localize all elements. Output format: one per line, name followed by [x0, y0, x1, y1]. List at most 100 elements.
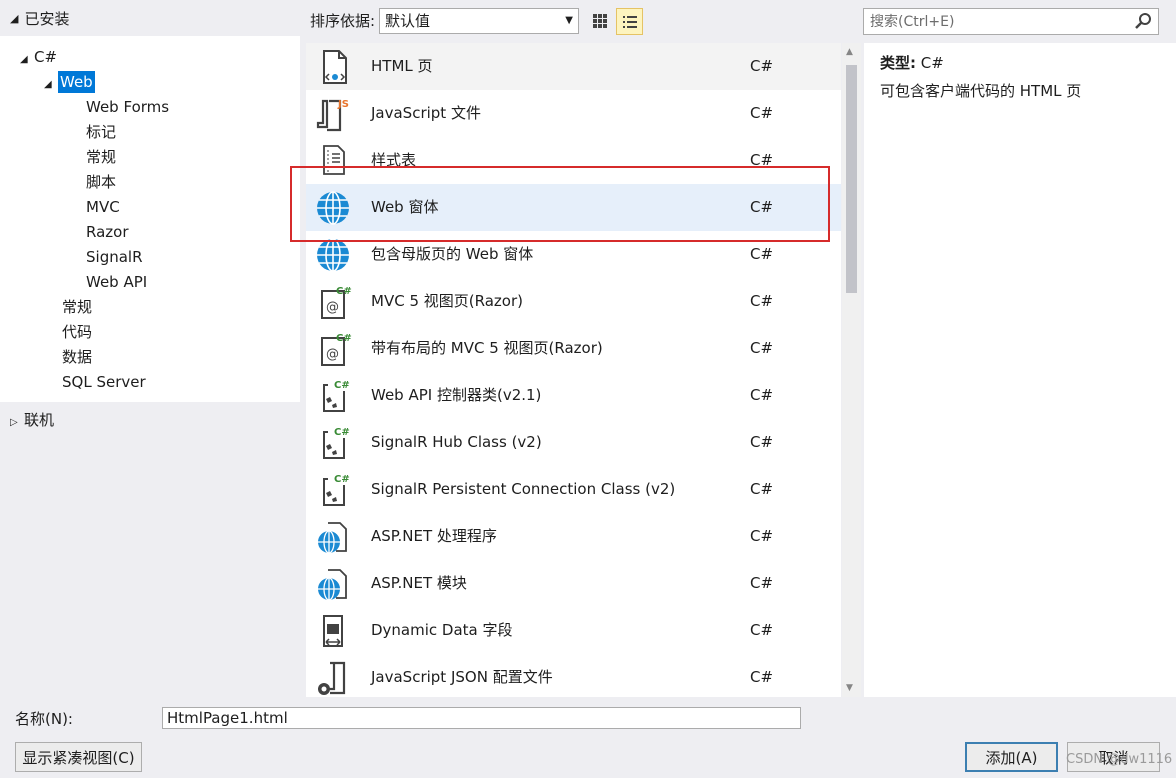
- javascript-file-icon: JS: [316, 99, 349, 132]
- template-category-tree: ◢ C# ◢ Web Web Forms 标记 常规 脚本 MVC Razor Si…: [0, 36, 300, 402]
- tree-item-scripts[interactable]: 脚本: [86, 170, 116, 194]
- sort-value: 默认值: [385, 12, 431, 30]
- razor-view-icon: @ C#: [321, 333, 352, 366]
- template-name: Web API 控制器类(v2.1): [371, 386, 542, 404]
- search-box[interactable]: [863, 8, 1159, 35]
- template-name: JavaScript 文件: [371, 104, 481, 122]
- template-name: HTML 页: [371, 57, 433, 75]
- template-list: HTML 页 C# JS JavaScript 文件 C# 样式表 C# Web…: [306, 43, 841, 697]
- collapsed-triangle-icon: ▷: [10, 417, 18, 428]
- csharp-class-icon: C#: [323, 427, 350, 459]
- template-row[interactable]: C# SignalR Persistent Connection Class (…: [306, 466, 841, 513]
- online-header[interactable]: ▷ 联机: [0, 408, 54, 432]
- html-file-icon: [323, 50, 347, 84]
- search-input[interactable]: [864, 9, 1124, 34]
- tree-item-general-csharp[interactable]: 常规: [62, 295, 92, 319]
- template-row[interactable]: JS JavaScript 文件 C#: [306, 90, 841, 137]
- installed-header[interactable]: ◢ 已安装: [0, 0, 300, 36]
- scroll-up-arrow-icon[interactable]: ▲: [846, 47, 853, 57]
- template-row[interactable]: HTML 页 C#: [306, 43, 841, 90]
- template-list-scrollbar[interactable]: ▲ ▼: [842, 43, 861, 697]
- template-language: C#: [750, 527, 774, 545]
- template-language: C#: [750, 339, 774, 357]
- csharp-class-icon: C#: [323, 474, 350, 506]
- dynamic-data-icon: [323, 615, 343, 647]
- template-name: Dynamic Data 字段: [371, 621, 513, 639]
- tree-item-code[interactable]: 代码: [62, 320, 92, 344]
- template-name: SignalR Hub Class (v2): [371, 433, 542, 451]
- template-language: C#: [750, 57, 774, 75]
- template-language: C#: [750, 433, 774, 451]
- expand-triangle-icon: ◢: [20, 54, 28, 65]
- template-type: 类型: C#: [880, 52, 944, 73]
- add-button[interactable]: 添加(A): [965, 742, 1058, 772]
- csharp-class-icon: C#: [323, 380, 350, 412]
- globe-file-icon: [318, 569, 347, 601]
- template-row[interactable]: JavaScript JSON 配置文件 C#: [306, 654, 841, 697]
- template-row[interactable]: C# SignalR Hub Class (v2) C#: [306, 419, 841, 466]
- tree-item-razor[interactable]: Razor: [86, 220, 129, 244]
- svg-text:C#: C#: [336, 286, 352, 297]
- tree-item-sql-server[interactable]: SQL Server: [62, 370, 146, 394]
- template-language: C#: [750, 104, 774, 122]
- globe-file-icon: [318, 522, 347, 554]
- template-language: C#: [750, 621, 774, 639]
- tree-item-markup[interactable]: 标记: [86, 120, 116, 144]
- scrollbar-thumb[interactable]: [846, 65, 857, 293]
- svg-text:C#: C#: [334, 380, 350, 391]
- svg-text:@: @: [326, 300, 339, 315]
- sort-label: 排序依据:: [310, 12, 376, 30]
- type-label: 类型:: [880, 54, 916, 72]
- svg-text:C#: C#: [334, 474, 350, 485]
- search-icon[interactable]: [1134, 12, 1152, 30]
- tree-item-web-forms[interactable]: Web Forms: [86, 95, 169, 119]
- sort-dropdown[interactable]: 默认值 ▼: [379, 8, 579, 34]
- template-language: C#: [750, 386, 774, 404]
- svg-text:JS: JS: [337, 99, 349, 110]
- tree-item-general[interactable]: 常规: [86, 145, 116, 169]
- template-row[interactable]: ASP.NET 模块 C#: [306, 560, 841, 607]
- tree-item-data[interactable]: 数据: [62, 345, 92, 369]
- scroll-down-arrow-icon[interactable]: ▼: [846, 683, 853, 693]
- compact-view-button[interactable]: 显示紧凑视图(C): [15, 742, 142, 772]
- file-name-input[interactable]: HtmlPage1.html: [162, 707, 801, 729]
- template-name: SignalR Persistent Connection Class (v2): [371, 480, 676, 498]
- json-config-icon: [318, 661, 346, 695]
- type-value: C#: [920, 54, 944, 72]
- svg-text:@: @: [326, 347, 339, 362]
- tree-item-mvc[interactable]: MVC: [86, 195, 120, 219]
- svg-text:C#: C#: [336, 333, 352, 344]
- template-row[interactable]: Dynamic Data 字段 C#: [306, 607, 841, 654]
- name-label: 名称(N):: [15, 710, 73, 728]
- list-view-button[interactable]: [616, 8, 643, 35]
- template-row[interactable]: C# Web API 控制器类(v2.1) C#: [306, 372, 841, 419]
- grid-icon: [593, 14, 607, 28]
- template-language: C#: [750, 574, 774, 592]
- razor-view-icon: @ C#: [321, 286, 352, 319]
- template-name: ASP.NET 模块: [371, 574, 467, 592]
- template-name: ASP.NET 处理程序: [371, 527, 497, 545]
- dropdown-arrow-icon: ▼: [565, 15, 573, 26]
- description-text: 可包含客户端代码的 HTML 页: [880, 82, 1082, 100]
- template-row[interactable]: @ C# 带有布局的 MVC 5 视图页(Razor) C#: [306, 325, 841, 372]
- template-row[interactable]: @ C# MVC 5 视图页(Razor) C#: [306, 278, 841, 325]
- collapse-triangle-icon: ◢: [10, 11, 19, 25]
- tree-item-csharp[interactable]: ◢ C#: [20, 45, 57, 69]
- template-name: MVC 5 视图页(Razor): [371, 292, 523, 310]
- tree-item-signalr[interactable]: SignalR: [86, 245, 143, 269]
- red-highlight-box: [290, 166, 830, 242]
- template-language: C#: [750, 292, 774, 310]
- installed-label: 已安装: [24, 9, 70, 28]
- template-language: C#: [750, 668, 774, 686]
- template-description-panel: 类型: C# 可包含客户端代码的 HTML 页: [864, 43, 1176, 697]
- grid-view-button[interactable]: [588, 9, 612, 33]
- watermark: CSDN @dw1116: [1066, 752, 1173, 767]
- template-row[interactable]: ASP.NET 处理程序 C#: [306, 513, 841, 560]
- list-icon: [622, 15, 637, 28]
- template-language: C#: [750, 480, 774, 498]
- tree-item-web[interactable]: ◢ Web: [44, 70, 95, 94]
- svg-text:C#: C#: [334, 427, 350, 438]
- template-name: 带有布局的 MVC 5 视图页(Razor): [371, 339, 603, 357]
- tree-item-web-api[interactable]: Web API: [86, 270, 147, 294]
- expand-triangle-icon: ◢: [44, 79, 52, 90]
